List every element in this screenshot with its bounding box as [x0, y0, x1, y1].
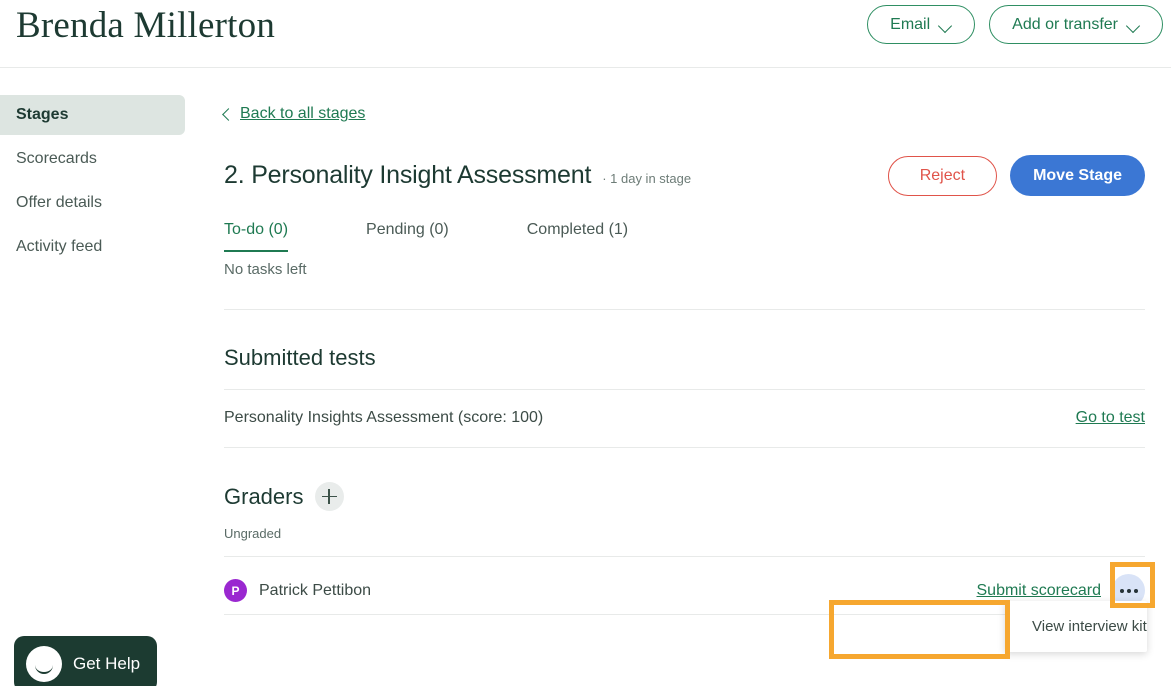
chevron-down-icon — [1127, 21, 1140, 29]
sidebar-item-offer-details[interactable]: Offer details — [0, 183, 185, 223]
divider — [224, 309, 1145, 310]
sidebar-item-label: Offer details — [16, 194, 102, 211]
plus-icon — [322, 489, 338, 504]
move-stage-button[interactable]: Move Stage — [1010, 155, 1145, 196]
back-link-label: Back to all stages — [240, 105, 366, 122]
sidebar-item-scorecards[interactable]: Scorecards — [0, 139, 185, 179]
submitted-tests-heading: Submitted tests — [224, 345, 376, 371]
go-to-test-link[interactable]: Go to test — [1076, 409, 1145, 427]
tab-completed[interactable]: Completed (1) — [527, 221, 628, 252]
reject-button[interactable]: Reject — [887, 155, 998, 196]
sidebar-item-label: Stages — [16, 106, 69, 123]
add-or-transfer-button[interactable]: Add or transfer — [989, 5, 1163, 44]
smiley-face-icon — [26, 646, 62, 682]
stage-action-buttons: Reject Move Stage — [887, 155, 1145, 196]
stage-title: 2. Personality Insight Assessment — [224, 161, 592, 189]
graders-heading: Graders — [224, 482, 345, 511]
graders-heading-label: Graders — [224, 483, 304, 509]
chevron-down-icon — [939, 21, 952, 29]
submitted-test-name: Personality Insights Assessment (score: … — [224, 409, 544, 426]
grader-name: Patrick Pettibon — [259, 581, 372, 599]
tab-pending[interactable]: Pending (0) — [366, 221, 449, 252]
get-help-widget[interactable]: Get Help — [14, 636, 157, 686]
divider — [224, 447, 1145, 448]
sidebar-item-label: Activity feed — [16, 238, 103, 255]
submitted-test-row: Personality Insights Assessment (score: … — [224, 409, 1145, 427]
email-button-label: Email — [890, 15, 931, 33]
main-content: Back to all stages 2. Personality Insigh… — [200, 69, 1171, 686]
back-to-all-stages-link[interactable]: Back to all stages — [222, 105, 366, 123]
more-options-dropdown: View interview kit — [1005, 601, 1147, 652]
ellipsis-icon — [1126, 588, 1131, 593]
sidebar: Stages Scorecards Offer details Activity… — [0, 69, 200, 686]
graders-status-label: Ungraded — [224, 526, 282, 541]
no-tasks-message: No tasks left — [224, 261, 307, 278]
get-help-label: Get Help — [73, 654, 141, 673]
submitted-tests-heading-label: Submitted tests — [224, 345, 376, 370]
page-title: Brenda Millerton — [16, 5, 276, 46]
page-header: Brenda Millerton Email Add or transfer — [0, 0, 1171, 68]
sidebar-item-label: Scorecards — [16, 150, 97, 167]
avatar: P — [224, 579, 247, 602]
chevron-left-icon — [222, 108, 235, 121]
add-or-transfer-button-label: Add or transfer — [1012, 15, 1118, 33]
header-actions: Email Add or transfer — [867, 5, 1163, 44]
ellipsis-icon — [1133, 588, 1138, 593]
sidebar-item-stages[interactable]: Stages — [0, 95, 185, 135]
sidebar-item-activity-feed[interactable]: Activity feed — [0, 227, 185, 267]
submit-scorecard-link[interactable]: Submit scorecard — [977, 582, 1102, 600]
divider — [224, 389, 1145, 390]
stage-header-row: 2. Personality Insight Assessment · 1 da… — [224, 155, 1145, 196]
stage-duration-meta: · 1 day in stage — [602, 171, 692, 186]
ellipsis-icon — [1119, 588, 1124, 593]
divider — [224, 556, 1145, 557]
tab-todo[interactable]: To-do (0) — [224, 221, 289, 252]
task-tabs: To-do (0) Pending (0) Completed (1) — [224, 221, 706, 252]
menu-item-view-interview-kit[interactable]: View interview kit — [1005, 601, 1147, 652]
email-button[interactable]: Email — [867, 5, 976, 44]
add-grader-button[interactable] — [315, 482, 345, 511]
